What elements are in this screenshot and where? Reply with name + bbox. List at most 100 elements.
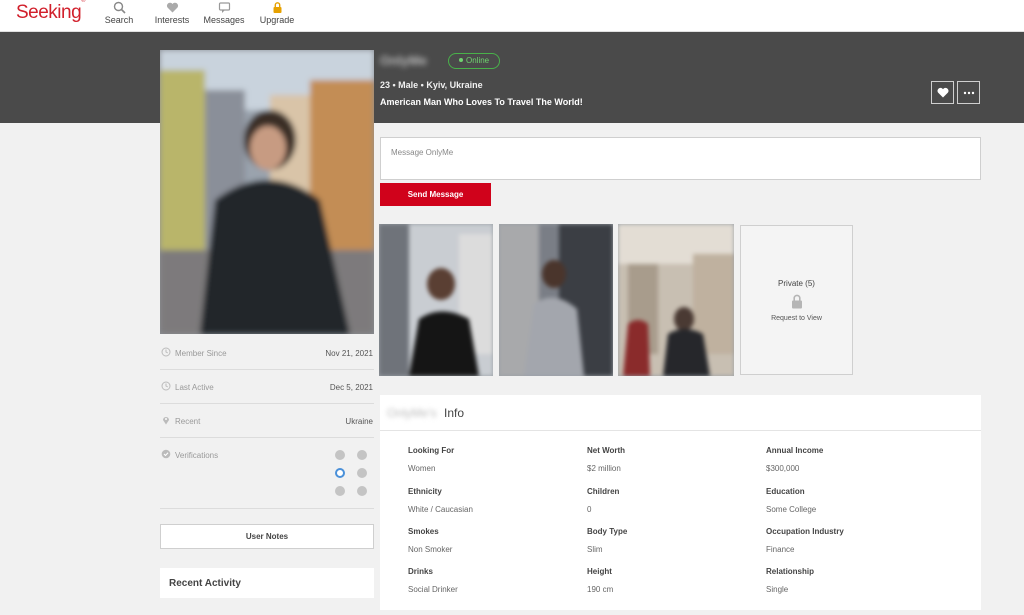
heart-icon	[937, 87, 948, 98]
info-looking-for: Looking For Women	[408, 446, 578, 473]
info-label: Ethnicity	[408, 487, 442, 496]
favorite-button[interactable]	[931, 81, 954, 104]
logo-text: Seeking	[16, 2, 82, 23]
info-panel: OnlyMe's Info Looking For Women Net Worth…	[380, 395, 981, 610]
gallery-photo[interactable]	[618, 224, 734, 376]
lock-icon	[273, 2, 281, 13]
user-notes-button[interactable]: User Notes	[160, 524, 374, 549]
lock-icon	[791, 294, 802, 309]
info-value: Social Drinker	[408, 585, 458, 594]
profile-username: OnlyMe	[380, 53, 427, 68]
top-navigation: Seeking® Search Interests Messages Upgra…	[0, 0, 1024, 32]
detail-value: Dec 5, 2021	[329, 383, 373, 392]
verified-check-icon	[335, 450, 345, 460]
request-to-view-link[interactable]: Request to View	[741, 315, 852, 322]
profile-photo-image	[160, 50, 374, 334]
info-relationship: Relationship Single	[766, 567, 936, 594]
chat-icon	[218, 2, 230, 13]
info-drinks: Drinks Social Drinker	[408, 567, 578, 594]
gallery-photo[interactable]	[379, 224, 493, 376]
info-net-worth: Net Worth $2 million	[587, 446, 757, 473]
info-owner-name: OnlyMe's	[387, 406, 437, 420]
info-label: Looking For	[408, 446, 455, 455]
gallery-photo-image	[499, 224, 613, 376]
gallery-photo-image	[618, 224, 734, 376]
info-ethnicity: Ethnicity White / Caucasian	[408, 487, 578, 514]
info-value: 190 cm	[587, 585, 614, 594]
gallery-photo[interactable]	[499, 224, 613, 376]
private-photos-label: Private (5)	[778, 279, 815, 288]
info-education: Education Some College	[766, 487, 936, 514]
detail-label: Member Since	[175, 349, 227, 358]
info-label: Height	[587, 567, 612, 576]
nav-messages-label: Messages	[203, 15, 245, 25]
info-label: Education	[766, 487, 805, 496]
info-label: Relationship	[766, 567, 815, 576]
search-icon	[113, 1, 126, 14]
nav-messages[interactable]: Messages	[194, 1, 254, 25]
message-placeholder: Message OnlyMe	[391, 148, 454, 157]
info-label: Smokes	[408, 527, 439, 536]
nav-upgrade-label: Upgrade	[259, 15, 295, 25]
profile-tagline: American Man Who Loves To Travel The Wor…	[380, 97, 583, 107]
gallery-photo-image	[379, 224, 493, 376]
detail-label: Recent	[175, 417, 201, 426]
info-value: Finance	[766, 545, 795, 554]
profile-meta: 23 • Male • Kyiv, Ukraine	[380, 80, 483, 90]
send-message-button[interactable]: Send Message	[380, 183, 491, 206]
info-value: Single	[766, 585, 789, 594]
info-children: Children 0	[587, 487, 757, 514]
info-value: Some College	[766, 505, 817, 514]
info-value: Women	[408, 464, 436, 473]
seeking-logo[interactable]: Seeking®	[16, 0, 86, 24]
nav-interests[interactable]: Interests	[142, 1, 202, 25]
more-dots-icon	[963, 91, 974, 94]
nav-upgrade[interactable]: Upgrade	[247, 1, 307, 25]
online-dot-icon	[459, 57, 463, 62]
info-occupation-industry: Occupation Industry Finance	[766, 527, 936, 554]
nav-search[interactable]: Search	[89, 1, 149, 25]
info-label: Drinks	[408, 567, 433, 576]
info-annual-income: Annual Income $300,000	[766, 446, 936, 473]
verification-icons	[334, 448, 374, 498]
detail-member-since: Member Since Nov 21, 2021	[160, 336, 374, 370]
detail-label: Verifications	[175, 451, 219, 460]
info-value: White / Caucasian	[408, 505, 473, 514]
detail-recent-location: Recent Ukraine	[160, 404, 374, 438]
photo-verify-icon	[335, 468, 345, 478]
linkedin-verify-icon	[357, 486, 367, 496]
info-label: Occupation Industry	[766, 527, 844, 536]
info-body-type: Body Type Slim	[587, 527, 757, 554]
info-label: Annual Income	[766, 446, 824, 455]
nav-interests-label: Interests	[154, 15, 190, 25]
detail-last-active: Last Active Dec 5, 2021	[160, 370, 374, 404]
info-value: Non Smoker	[408, 545, 453, 554]
clock-icon	[161, 347, 171, 357]
info-label: Body Type	[587, 527, 628, 536]
facebook-verify-icon	[357, 468, 367, 478]
info-value: $2 million	[587, 464, 621, 473]
info-label: Children	[587, 487, 620, 496]
heart-icon	[166, 2, 178, 13]
online-status-label: Online	[466, 56, 490, 65]
message-input[interactable]: Message OnlyMe	[380, 137, 981, 180]
info-divider	[380, 430, 981, 431]
info-label: Net Worth	[587, 446, 626, 455]
email-verify-icon	[335, 486, 345, 496]
info-value: $300,000	[766, 464, 800, 473]
online-status-badge: Online	[448, 53, 501, 69]
info-value: 0	[587, 505, 592, 514]
private-photos-card[interactable]: Private (5) Request to View	[740, 225, 853, 375]
profile-photo[interactable]	[160, 50, 374, 334]
info-value: Slim	[587, 545, 603, 554]
detail-value: Nov 21, 2021	[325, 349, 373, 358]
info-title: Info	[444, 406, 465, 420]
nav-search-label: Search	[104, 15, 134, 25]
recent-activity-header: Recent Activity	[160, 568, 374, 598]
detail-value: Ukraine	[345, 417, 373, 426]
user-verify-icon	[357, 450, 367, 460]
info-smokes: Smokes Non Smoker	[408, 527, 578, 554]
more-options-button[interactable]	[957, 81, 980, 104]
detail-label: Last Active	[175, 383, 214, 392]
location-pin-icon	[163, 417, 169, 425]
